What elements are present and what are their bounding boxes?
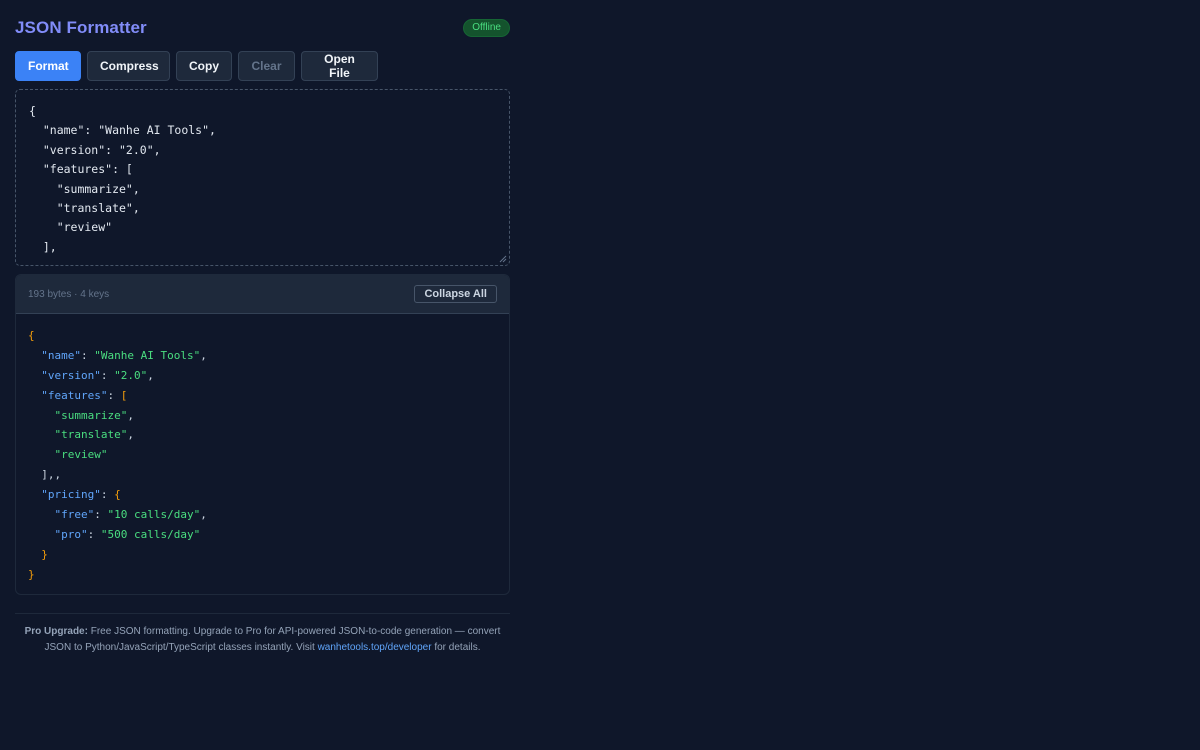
output-header: 193 bytes · 4 keys Collapse All [16, 275, 509, 314]
json-punct-token: : [100, 368, 115, 382]
resize-grip-icon[interactable] [499, 255, 507, 263]
json-brace-token: } [28, 567, 35, 581]
status-badge: Offline [463, 19, 510, 37]
output-line: "free": "10 calls/day", [28, 505, 497, 525]
json-brace-token: { [28, 329, 35, 342]
json-punct-token: : [100, 488, 115, 502]
editor-line: "version": "2.0", [29, 142, 161, 157]
json-str-token: "10 calls/day" [107, 508, 201, 522]
output-line: "pricing": { [28, 485, 497, 505]
json-punct-token: , [127, 408, 134, 422]
json-key-token: "name" [41, 348, 81, 362]
json-key-token: "free" [54, 508, 95, 522]
collapse-all-button[interactable]: Collapse All [414, 285, 497, 303]
page-title: JSON Formatter [15, 18, 147, 37]
developer-link[interactable]: wanhetools.top/developer [318, 642, 432, 653]
editor-line: { [29, 104, 36, 118]
compress-button[interactable]: Compress [87, 51, 170, 81]
json-str-token: "Wanhe AI Tools" [94, 348, 201, 362]
json-punct-token: : [107, 388, 121, 402]
editor-line: "features": [ [29, 162, 133, 177]
editor-line: ], [29, 239, 57, 254]
format-button[interactable]: Format [15, 51, 81, 81]
output-line: } [28, 545, 497, 565]
json-str-token: "translate" [54, 428, 128, 442]
pro-upgrade-note: Pro Upgrade: Free JSON formatting. Upgra… [15, 613, 510, 656]
json-punct-token: : [81, 348, 95, 362]
copy-button[interactable]: Copy [176, 51, 232, 81]
output-line: "translate", [28, 425, 497, 445]
editor-line: "review" [29, 220, 113, 235]
json-input-editor[interactable]: { "name": "Wanhe AI Tools", "version": "… [15, 89, 510, 266]
json-str-token: "500 calls/day" [100, 527, 201, 541]
output-line: "summarize", [28, 406, 497, 426]
toolbar: Format Compress Copy Clear Open File [15, 51, 510, 81]
output-line: "name": "Wanhe AI Tools", [28, 346, 497, 366]
formatted-json-view: { "name": "Wanhe AI Tools", "version": "… [16, 314, 509, 594]
json-str-token: "2.0" [114, 368, 148, 382]
output-line: "review" [28, 445, 497, 465]
pro-upgrade-text-end: for details. [431, 642, 481, 653]
editor-line: "summarize", [29, 181, 140, 196]
json-punct-token: : [87, 527, 101, 541]
json-input-text[interactable]: { "name": "Wanhe AI Tools", "version": "… [16, 90, 509, 265]
editor-line: "name": "Wanhe AI Tools", [29, 123, 216, 138]
output-line: "pro": "500 calls/day" [28, 525, 497, 545]
json-key-token: "features" [41, 388, 108, 402]
clear-button[interactable]: Clear [238, 51, 295, 81]
json-punct-token: , [200, 508, 207, 522]
json-brace-token: { [114, 488, 121, 502]
json-brace-token: } [41, 547, 48, 561]
json-punct-token: ],, [41, 468, 62, 482]
json-punct-token: , [127, 428, 134, 442]
output-stats: 193 bytes · 4 keys [28, 288, 110, 300]
json-punct-token: : [94, 508, 108, 522]
json-brace-token: [ [120, 388, 128, 402]
output-line: ],, [28, 465, 497, 485]
output-line: } [28, 565, 497, 585]
header: JSON Formatter Offline [15, 0, 510, 56]
json-punct-token: , [200, 348, 207, 362]
json-str-token: "summarize" [54, 408, 128, 422]
json-formatter-app: JSON Formatter Offline Format Compress C… [15, 0, 510, 656]
json-key-token: "pricing" [41, 488, 101, 502]
json-str-token: "review" [54, 448, 108, 462]
json-punct-token: , [147, 368, 154, 382]
editor-line: "translate", [29, 201, 140, 216]
json-key-token: "pro" [54, 527, 88, 541]
json-key-token: "version" [41, 368, 101, 382]
output-line: "version": "2.0", [28, 366, 497, 386]
output-line: "features": [ [28, 386, 497, 406]
pro-upgrade-label: Pro Upgrade: [24, 626, 88, 637]
open-file-button[interactable]: Open File [301, 51, 378, 81]
formatted-output-panel: 193 bytes · 4 keys Collapse All { "name"… [15, 274, 510, 595]
output-line: { [28, 326, 497, 346]
